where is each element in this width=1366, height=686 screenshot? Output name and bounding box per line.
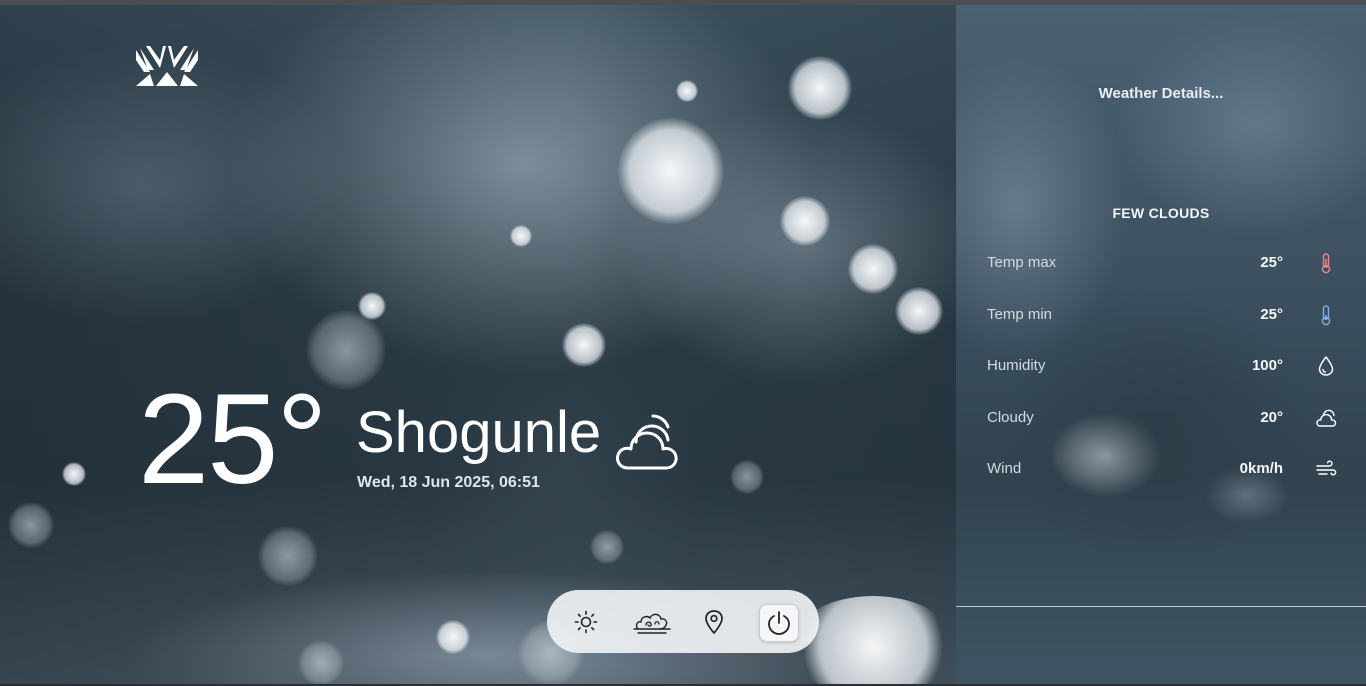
snowflake	[676, 80, 698, 102]
current-temperature: 25°	[138, 368, 328, 511]
clouds-icon	[633, 613, 671, 634]
detail-row-temp-min: Temp min 25°	[987, 305, 1337, 330]
weather-details-panel: Weather Details... FEW CLOUDS Temp max 2…	[956, 5, 1366, 684]
city-name: Shogunle	[356, 400, 602, 465]
date-time: Wed, 18 Jun 2025, 06:51	[357, 474, 540, 491]
snowflake	[8, 502, 54, 548]
droplet-icon	[1318, 356, 1334, 376]
detail-label: Temp min	[987, 306, 1053, 323]
brand-logo-icon[interactable]	[136, 44, 198, 88]
detail-row-cloudy: Cloudy 20°	[987, 409, 1337, 433]
snowflake	[258, 526, 318, 586]
detail-label: Cloudy	[987, 409, 1034, 426]
bottom-nav-bar	[547, 590, 819, 653]
snowflake	[510, 225, 532, 247]
detail-row-humidity: Humidity 100°	[987, 356, 1337, 381]
detail-value: 25°	[1260, 254, 1283, 271]
detail-label: Wind	[987, 460, 1022, 477]
cloud-icon	[616, 414, 678, 470]
nav-clouds-button[interactable]	[630, 604, 674, 640]
detail-value: 0km/h	[1239, 460, 1283, 477]
power-icon	[768, 611, 790, 635]
nav-location-button[interactable]	[695, 604, 733, 640]
snowflake	[590, 530, 624, 564]
nav-power-button[interactable]	[759, 604, 799, 642]
detail-value: 100°	[1251, 357, 1283, 374]
snowflake	[298, 640, 344, 686]
detail-value: 25°	[1260, 306, 1283, 323]
thermometer-hot-icon	[1321, 253, 1331, 274]
snowflake	[618, 118, 724, 224]
weather-app: 25° Shogunle Wed, 18 Jun 2025, 06:51 Wea…	[0, 0, 1366, 686]
detail-label: Temp max	[987, 254, 1057, 271]
wind-icon	[1316, 460, 1337, 476]
snowflake	[895, 287, 943, 335]
snowflake	[62, 462, 86, 486]
detail-label: Humidity	[987, 357, 1046, 374]
detail-value: 20°	[1260, 409, 1283, 426]
snowflake	[780, 196, 830, 246]
nav-sun-button[interactable]	[567, 604, 605, 640]
sun-icon	[574, 610, 598, 634]
snowflake	[436, 620, 470, 654]
panel-divider	[956, 606, 1366, 607]
snowflake	[358, 292, 386, 320]
snowflake	[730, 460, 764, 494]
thermometer-cold-icon	[1321, 305, 1331, 326]
snowflake	[562, 323, 606, 367]
snowflake	[848, 244, 898, 294]
detail-row-wind: Wind 0km/h	[987, 460, 1337, 484]
details-title: Weather Details...	[1098, 85, 1224, 102]
weather-condition: FEW CLOUDS	[1112, 205, 1210, 221]
detail-row-temp-max: Temp max 25°	[987, 253, 1337, 278]
cloud-icon	[1316, 409, 1337, 427]
location-pin-icon	[705, 610, 723, 634]
snowflake	[788, 56, 852, 120]
